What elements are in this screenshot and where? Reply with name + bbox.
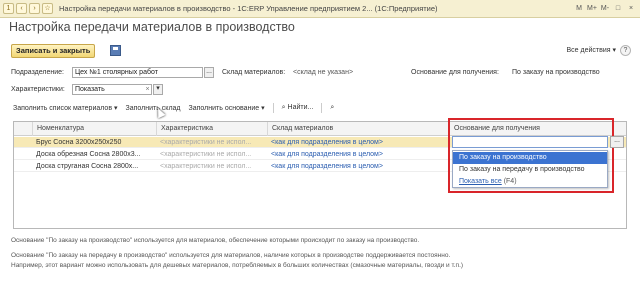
division-select-button[interactable]: ... [204,67,214,78]
info-note: Например, этот вариант можно использоват… [11,262,464,269]
back-icon[interactable]: ‹ [16,3,27,14]
info-note: Основание "По заказу на производство" ис… [11,237,420,244]
warehouse-value[interactable]: <склад не указан> [293,69,353,76]
dropdown-option[interactable]: По заказу на передачу в производство [453,164,607,176]
fill-warehouse-button[interactable]: Заполнить склад [126,105,181,112]
clear-icon[interactable]: × [144,86,151,93]
forward-icon[interactable]: › [29,3,40,14]
memory-button[interactable]: M [574,3,584,14]
cell-warehouse: <как для подразделения в целом> [271,151,383,158]
cancel-search-icon[interactable]: ⌕ [330,104,334,112]
find-label: Найти... [287,104,314,111]
window-titlebar: 1 ‹ › ☆ Настройка передачи материалов в … [0,0,640,18]
save-icon[interactable] [110,45,121,56]
basis-value[interactable]: По заказу на производство [512,69,600,76]
fill-basis-button[interactable]: Заполнить основание ▾ [189,104,265,112]
memory-minus-button[interactable]: M- [600,3,610,14]
cell-nomenclature: Брус Сосна 3200x250x250 [36,139,122,146]
window-controls: M M+ M- □ × [574,3,636,14]
close-button[interactable]: × [626,3,636,14]
characteristics-dropdown-button[interactable]: ▾ [153,84,163,95]
cell-characteristic: <характеристики не испол... [160,163,252,170]
help-icon[interactable]: ? [620,45,631,56]
find-button[interactable]: ⌕ Найти... [282,104,314,112]
show-all-key: (F4) [503,178,517,185]
table-toolbar: Заполнить список материалов ▾ Заполнить … [13,103,334,113]
show-all-link[interactable]: Показать все (F4) [453,176,607,188]
memory-plus-button[interactable]: M+ [587,3,597,14]
fill-materials-button[interactable]: Заполнить список материалов ▾ [13,104,118,112]
toolbar-separator [321,103,323,113]
all-actions-menu[interactable]: Все действия ▾ [567,46,616,54]
cell-nomenclature: Доска струганая Сосна 2800x... [36,163,139,170]
division-field[interactable]: Цех №1 столярных работ [72,67,203,78]
cell-warehouse: <как для подразделения в целом> [271,163,383,170]
titlebar-icons: 1 ‹ › ☆ [3,3,53,14]
basis-select-button[interactable]: ... [610,136,624,148]
dropdown-option[interactable]: По заказу на производство [453,152,607,164]
warehouse-label: Склад материалов: [222,69,286,76]
col-warehouse[interactable]: Склад материалов [267,122,449,136]
star-icon[interactable]: ☆ [42,3,53,14]
cell-warehouse: <как для подразделения в целом> [271,139,383,146]
window-title: Настройка передачи материалов в производ… [59,4,438,13]
maximize-button[interactable]: □ [613,3,623,14]
basis-dropdown-list: По заказу на производство По заказу на п… [452,150,608,188]
show-all-label: Показать все [459,178,502,185]
toolbar-separator [272,103,274,113]
col-characteristic[interactable]: Характеристика [156,122,267,136]
characteristics-field[interactable]: Показать [72,84,152,95]
characteristics-label: Характеристики: [11,86,65,93]
page-title: Настройка передачи материалов в производ… [9,20,295,34]
info-note: Основание "По заказу на передачу в произ… [11,252,451,259]
col-nomenclature[interactable]: Номенклатура [32,122,156,136]
save-close-button[interactable]: Записать и закрыть [11,44,96,58]
division-label: Подразделение: [11,69,64,76]
app-icon: 1 [3,3,14,14]
basis-label: Основание для получения: [411,69,499,76]
cell-characteristic: <характеристики не испол... [160,139,252,146]
basis-input[interactable] [452,136,608,148]
cell-characteristic: <характеристики не испол... [160,151,252,158]
cell-nomenclature: Доска обрезная Сосна 2800x3... [36,151,141,158]
